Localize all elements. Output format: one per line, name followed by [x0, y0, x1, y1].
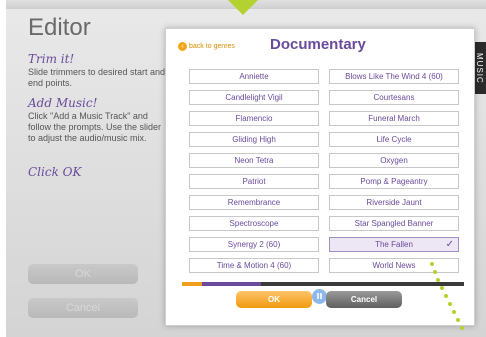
back-arrow-icon: ‹ [178, 42, 187, 51]
song-item[interactable]: Gliding High [189, 132, 319, 147]
song-label: Life Cycle [376, 135, 412, 144]
song-item[interactable]: Flamencio [189, 111, 319, 126]
guide-dot [436, 278, 440, 282]
song-label: Synergy 2 (60) [227, 240, 281, 249]
music-dialog: ‹ back to genres Documentary Anniette Bl… [165, 28, 475, 326]
song-item[interactable]: Courtesans [329, 90, 459, 105]
song-label: Candlelight Vigil [225, 93, 283, 102]
song-label: Neon Tetra [234, 156, 274, 165]
song-label: Time & Motion 4 (60) [216, 261, 292, 270]
trim-heading: Trim it! [28, 52, 75, 66]
song-label: Flamencio [235, 114, 273, 123]
guide-dot [440, 286, 444, 290]
song-label: The Fallen [375, 240, 413, 249]
song-label: Riverside Jaunt [366, 198, 422, 207]
song-label: Courtesans [373, 93, 415, 102]
guide-dot [456, 318, 460, 322]
checkmark-icon: ✓ [445, 239, 454, 250]
song-item[interactable]: Life Cycle [329, 132, 459, 147]
song-label: Blows Like The Wind 4 (60) [345, 72, 443, 81]
song-label: Gliding High [232, 135, 276, 144]
guide-dot [460, 326, 464, 330]
genre-title: Documentary [270, 36, 366, 53]
song-item[interactable]: World News [329, 258, 459, 273]
song-item[interactable]: Patriot [189, 174, 319, 189]
song-label: Spectroscope [229, 219, 279, 228]
ok-button[interactable]: OK [236, 291, 312, 308]
song-label: Remembrance [227, 198, 281, 207]
song-label: Patriot [242, 177, 266, 186]
song-label: Anniette [239, 72, 269, 81]
pause-icon[interactable]: II [312, 289, 327, 304]
song-label: Funeral March [368, 114, 420, 123]
callout-pointer-arrow [228, 0, 258, 15]
music-heading: Add Music! [28, 96, 98, 110]
guide-dot [430, 262, 434, 266]
song-item[interactable]: Oxygen [329, 153, 459, 168]
sidebar-cancel-button[interactable]: Cancel [28, 298, 138, 318]
song-item[interactable]: Candlelight Vigil [189, 90, 319, 105]
song-item[interactable]: Riverside Jaunt [329, 195, 459, 210]
song-item-selected[interactable]: The Fallen ✓ [329, 237, 459, 252]
song-item[interactable]: Anniette [189, 69, 319, 84]
back-to-genres-link[interactable]: ‹ back to genres [178, 42, 235, 51]
ok-heading: Click OK [28, 165, 82, 179]
song-item[interactable]: Pomp & Pageantry [329, 174, 459, 189]
song-label: Pomp & Pageantry [360, 177, 428, 186]
song-item[interactable]: Spectroscope [189, 216, 319, 231]
song-item[interactable]: Time & Motion 4 (60) [189, 258, 319, 273]
song-item[interactable]: Remembrance [189, 195, 319, 210]
guide-dot [448, 302, 452, 306]
song-label: Oxygen [380, 156, 408, 165]
editor-window: Editor Trim it! Slide trimmers to desire… [6, 0, 486, 337]
song-item[interactable]: Star Spangled Banner [329, 216, 459, 231]
song-item[interactable]: Neon Tetra [189, 153, 319, 168]
song-item[interactable]: Blows Like The Wind 4 (60) [329, 69, 459, 84]
song-item[interactable]: Synergy 2 (60) [189, 237, 319, 252]
music-instructions: Click "Add a Music Track" and follow the… [28, 111, 162, 143]
page-title: Editor [28, 14, 91, 41]
song-list: Anniette Blows Like The Wind 4 (60) Cand… [189, 69, 459, 277]
playback-progress-fill [182, 282, 202, 286]
guide-dot [444, 294, 448, 298]
trim-instructions: Slide trimmers to desired start and end … [28, 67, 166, 88]
playback-track[interactable] [182, 282, 464, 286]
song-label: Star Spangled Banner [354, 219, 434, 228]
guide-dot [452, 310, 456, 314]
mix-level-fill [202, 282, 261, 286]
guide-dot [433, 270, 437, 274]
back-to-genres-label: back to genres [189, 43, 235, 50]
cancel-button[interactable]: Cancel [326, 291, 402, 308]
song-label: World News [372, 261, 416, 270]
song-item[interactable]: Funeral March [329, 111, 459, 126]
sidebar-ok-button[interactable]: OK [28, 264, 138, 284]
